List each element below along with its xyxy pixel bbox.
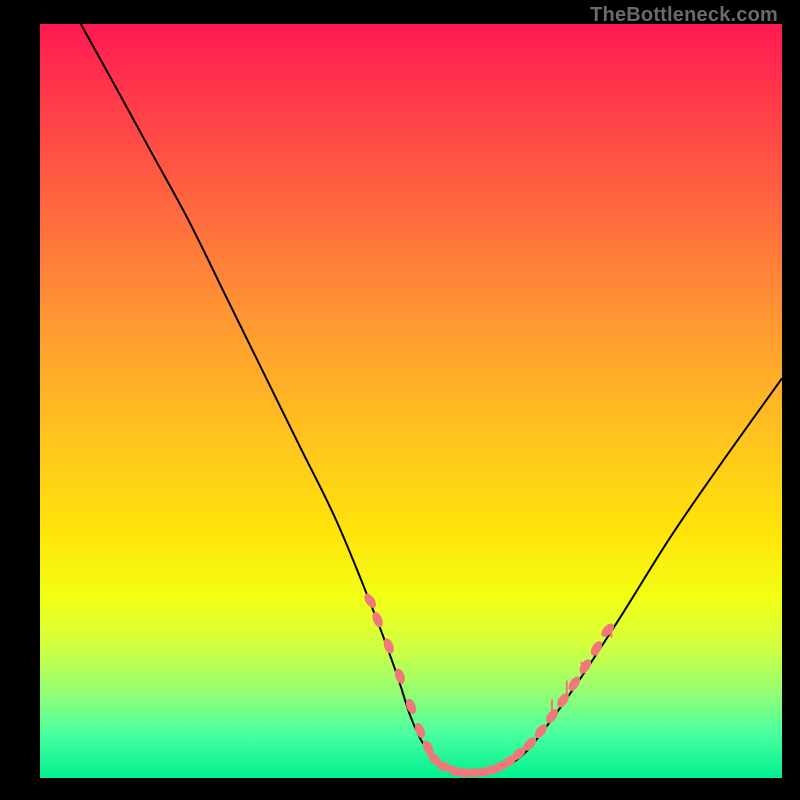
chart-line <box>81 24 782 773</box>
chart-svg <box>0 0 800 800</box>
chart-marker <box>577 657 593 675</box>
chart-marker <box>413 721 427 739</box>
chart-frame: TheBottleneck.com <box>0 0 800 800</box>
chart-marker <box>362 592 378 610</box>
chart-marker <box>370 611 384 629</box>
